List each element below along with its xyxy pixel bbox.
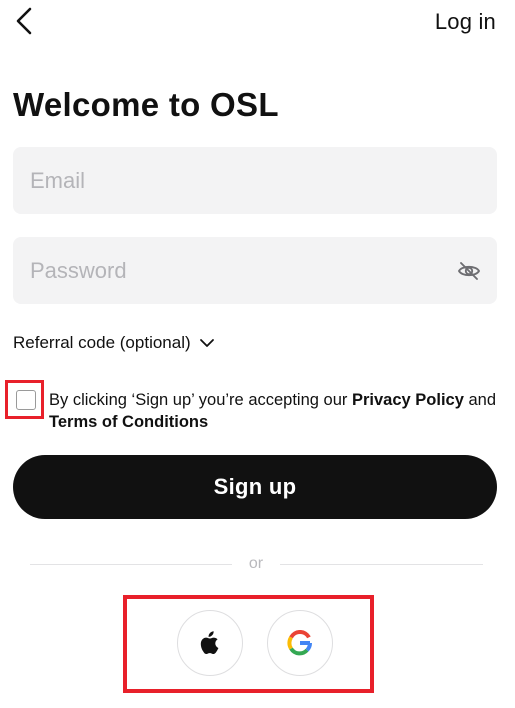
terms-prefix: By clicking ‘Sign up’ you’re accepting o… (49, 391, 352, 409)
divider-right (280, 564, 483, 565)
chevron-left-icon (16, 7, 32, 35)
password-visibility-toggle[interactable] (457, 259, 481, 283)
page-title: Welcome to OSL (13, 86, 279, 123)
sign-up-button[interactable]: Sign up (13, 455, 497, 519)
terms-text: By clicking ‘Sign up’ you’re accepting o… (49, 389, 509, 411)
terms-of-conditions-link[interactable]: Terms of Conditions (49, 411, 208, 433)
email-field-container (13, 147, 497, 214)
eye-off-icon (458, 262, 480, 280)
privacy-policy-link[interactable]: Privacy Policy (352, 391, 464, 409)
password-field[interactable] (13, 237, 497, 304)
divider-left (30, 564, 232, 565)
google-icon (287, 630, 313, 656)
terms-and: and (463, 391, 497, 409)
apple-sign-in-button[interactable] (177, 610, 243, 676)
login-link[interactable]: Log in (435, 9, 496, 35)
google-sign-in-button[interactable] (267, 610, 333, 676)
back-button[interactable] (10, 6, 38, 36)
email-field[interactable] (13, 147, 497, 214)
chevron-down-icon (199, 339, 214, 347)
divider-or-label: or (248, 555, 264, 572)
referral-code-label: Referral code (optional) (13, 333, 191, 352)
terms-checkbox[interactable] (16, 390, 36, 410)
password-field-container (13, 237, 497, 304)
apple-icon (200, 631, 219, 654)
social-login-highlight (123, 595, 374, 693)
referral-code-toggle[interactable]: Referral code (optional) (13, 333, 215, 353)
